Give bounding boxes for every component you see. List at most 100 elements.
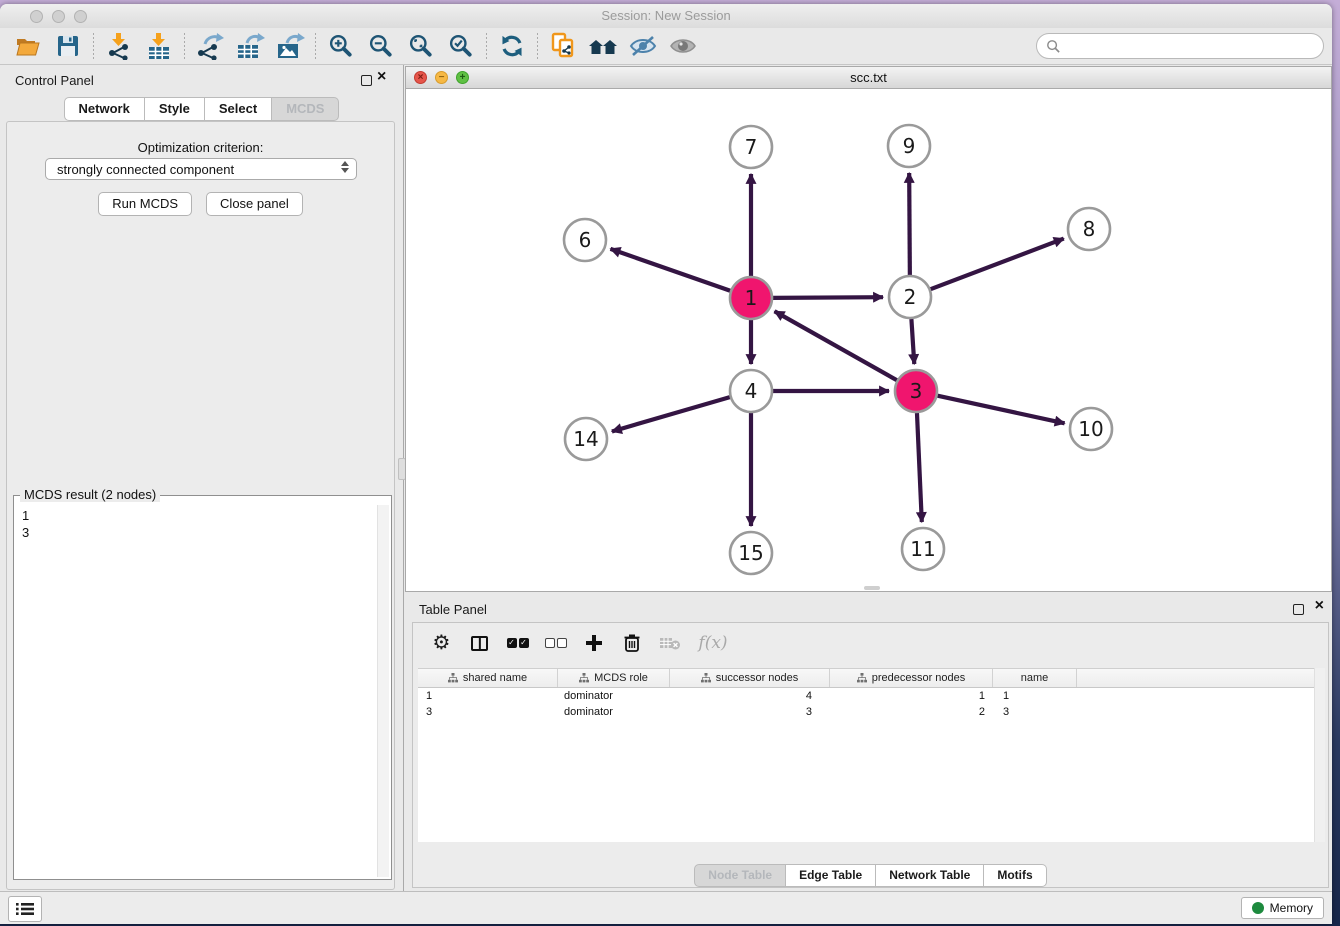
table-close-panel-icon[interactable]: ×	[1315, 597, 1324, 615]
mcds-result-list[interactable]: 13	[16, 505, 377, 877]
zoom-in-icon[interactable]	[321, 31, 361, 61]
optimization-criterion-select[interactable]: strongly connected component	[45, 158, 357, 180]
control-panel: Control Panel × NetworkStyleSelectMCDS O…	[0, 65, 404, 894]
home-layout-icon[interactable]	[583, 31, 623, 61]
zoom-selected-icon[interactable]	[441, 31, 481, 61]
tab-node-table[interactable]: Node Table	[694, 864, 786, 887]
chevron-updown-icon	[341, 161, 349, 173]
export-table-icon[interactable]	[230, 31, 270, 61]
tab-network-table[interactable]: Network Table	[876, 864, 984, 887]
cell-successor-nodes[interactable]: 4	[670, 690, 830, 702]
search-input[interactable]	[1061, 35, 1323, 57]
tab-network[interactable]: Network	[64, 97, 145, 121]
column-header-mcds-role[interactable]: MCDS role	[558, 669, 670, 687]
refresh-icon[interactable]	[492, 31, 532, 61]
show-all-eye-icon[interactable]	[663, 31, 703, 61]
toolbar-separator	[537, 33, 538, 59]
float-panel-icon[interactable]	[361, 75, 372, 86]
memory-label: Memory	[1270, 901, 1313, 915]
tab-style[interactable]: Style	[145, 97, 205, 121]
table-header-row: shared name MCDS rolesuccessor nodes prede…	[418, 668, 1315, 688]
task-list-button[interactable]	[8, 896, 42, 922]
column-header-successor-nodes[interactable]: successor nodes	[670, 669, 830, 687]
edge-3-1[interactable]	[775, 311, 897, 380]
tab-select[interactable]: Select	[205, 97, 272, 121]
network-window-titlebar[interactable]: × − + scc.txt	[406, 67, 1331, 89]
import-network-icon[interactable]	[99, 31, 139, 61]
column-header-shared-name[interactable]: shared name	[418, 669, 558, 687]
tab-motifs[interactable]: Motifs	[984, 864, 1046, 887]
column-header-label: name	[1021, 672, 1049, 684]
mcds-result-line: 1	[22, 507, 377, 524]
column-header-label: shared name	[463, 672, 527, 684]
tab-mcds[interactable]: MCDS	[272, 97, 339, 121]
table-float-panel-icon[interactable]	[1293, 604, 1304, 615]
status-bar: Memory	[0, 891, 1332, 924]
mcds-result-box: MCDS result (2 nodes) 13	[13, 495, 392, 880]
select-all-icon[interactable]: ✓✓	[503, 630, 532, 656]
edge-2-3[interactable]	[911, 319, 914, 364]
network-canvas[interactable]: 7968124314101511	[406, 89, 1331, 591]
control-panel-title: Control Panel	[15, 73, 94, 88]
export-network-icon[interactable]	[190, 31, 230, 61]
main-toolbar	[0, 28, 1332, 65]
table-panel-title: Table Panel	[419, 602, 487, 617]
cell-successor-nodes[interactable]: 3	[670, 706, 830, 718]
function-builder-button: f(x)	[693, 630, 733, 656]
search-box[interactable]	[1036, 33, 1324, 59]
export-image-icon[interactable]	[270, 31, 310, 61]
table-toolbar: ⚙ ✓✓ f(x)	[413, 623, 1328, 663]
table-scrollbar[interactable]	[1314, 668, 1325, 842]
close-panel-button[interactable]: Close panel	[206, 192, 303, 216]
edge-2-8[interactable]	[931, 239, 1064, 290]
open-file-icon[interactable]	[8, 31, 48, 61]
table-panel: Table Panel × ⚙ ✓✓ f(x) shar	[405, 595, 1332, 890]
add-row-icon[interactable]	[579, 630, 608, 656]
tab-edge-table[interactable]: Edge Table	[786, 864, 876, 887]
zoom-fit-icon[interactable]	[401, 31, 441, 61]
edge-1-6[interactable]	[610, 249, 730, 291]
table-row[interactable]: 1dominator411	[418, 688, 1315, 704]
save-session-icon[interactable]	[48, 31, 88, 61]
show-column-icon[interactable]	[465, 630, 494, 656]
cell-mcds-role[interactable]: dominator	[558, 706, 670, 718]
graph-node-label-14: 14	[573, 427, 598, 451]
first-neighbors-icon[interactable]	[543, 31, 583, 61]
toolbar-separator	[93, 33, 94, 59]
import-table-icon[interactable]	[139, 31, 179, 61]
graph-node-label-1: 1	[745, 286, 758, 310]
network-splitter-handle[interactable]	[864, 586, 880, 590]
table-options-gear-icon[interactable]: ⚙	[427, 630, 456, 656]
edge-4-14[interactable]	[612, 397, 730, 431]
attribute-tree-icon	[579, 673, 589, 683]
cell-mcds-role[interactable]: dominator	[558, 690, 670, 702]
run-mcds-button[interactable]: Run MCDS	[98, 192, 192, 216]
delete-row-trash-icon[interactable]	[617, 630, 646, 656]
cell-predecessor-nodes[interactable]: 1	[830, 690, 993, 702]
mcds-result-title: MCDS result (2 nodes)	[20, 487, 160, 502]
edge-3-11[interactable]	[917, 413, 922, 522]
cell-name[interactable]: 3	[993, 706, 1077, 718]
result-scrollbar[interactable]	[377, 505, 389, 877]
edge-3-10[interactable]	[937, 396, 1064, 424]
mcds-panel: Optimization criterion: strongly connect…	[6, 121, 395, 890]
column-header-predecessor-nodes[interactable]: predecessor nodes	[830, 669, 993, 687]
column-header-label: predecessor nodes	[872, 672, 966, 684]
edge-1-2[interactable]	[773, 297, 883, 298]
cell-shared-name[interactable]: 3	[418, 706, 558, 718]
cell-shared-name[interactable]: 1	[418, 690, 558, 702]
node-table-view: ⚙ ✓✓ f(x) shared name MCDS rolesuccessor …	[412, 622, 1329, 888]
zoom-out-icon[interactable]	[361, 31, 401, 61]
network-window-title: scc.txt	[406, 70, 1331, 85]
cell-name[interactable]: 1	[993, 690, 1077, 702]
column-header-name[interactable]: name	[993, 669, 1077, 687]
network-window: × − + scc.txt 7968124314101511	[405, 66, 1332, 592]
unselect-all-icon[interactable]	[541, 630, 570, 656]
table-row[interactable]: 3dominator323	[418, 704, 1315, 720]
cell-predecessor-nodes[interactable]: 2	[830, 706, 993, 718]
close-panel-icon[interactable]: ×	[377, 68, 386, 86]
graph-node-label-9: 9	[903, 134, 916, 158]
memory-button[interactable]: Memory	[1241, 897, 1324, 919]
hide-selected-eye-icon[interactable]	[623, 31, 663, 61]
edge-2-9[interactable]	[909, 173, 910, 275]
